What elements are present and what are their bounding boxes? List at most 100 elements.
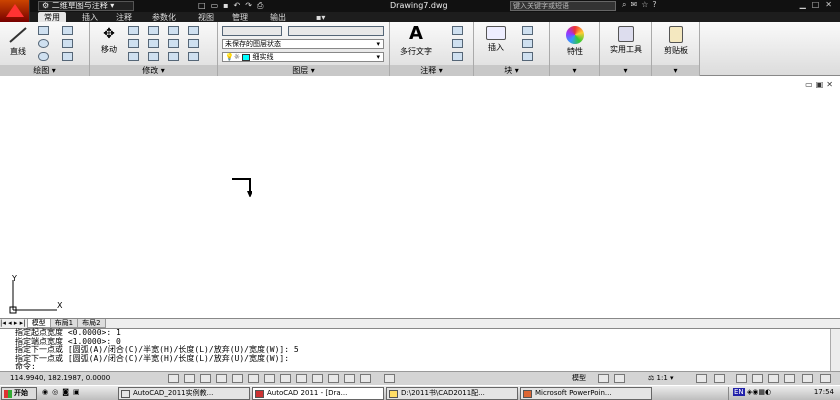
line-button[interactable]: 直线	[4, 26, 32, 57]
workspace-switching-button[interactable]	[736, 374, 747, 383]
command-window[interactable]: 指定起点宽度 <0.0000>: 1 指定端点宽度 <1.0000>: 0 指定…	[0, 328, 840, 372]
polyline-drawing[interactable]	[232, 177, 252, 197]
clipboard-button[interactable]: 剪贴板	[656, 26, 696, 56]
model-space-button[interactable]	[384, 374, 395, 383]
block-attribute-icon[interactable]	[522, 52, 533, 61]
isolate-objects-button[interactable]	[784, 374, 795, 383]
viewport-close-button[interactable]: ✕	[826, 80, 836, 89]
redo-icon[interactable]: ↷	[245, 1, 257, 10]
layers-panel-title[interactable]: 图层 ▾	[218, 65, 389, 76]
3d-object-snap-button[interactable]	[248, 374, 259, 383]
status-bar-menu-button[interactable]	[802, 374, 813, 383]
circle-icon[interactable]	[38, 39, 49, 48]
snap-mode-button[interactable]	[168, 374, 179, 383]
fillet-icon[interactable]	[148, 39, 159, 48]
object-snap-tracking-button[interactable]	[264, 374, 275, 383]
table-icon[interactable]	[452, 52, 463, 61]
layout-nav-buttons[interactable]: |◂ ◂ ▸ ▸|	[0, 319, 25, 327]
language-indicator[interactable]: EN	[733, 388, 745, 396]
rotate-icon[interactable]	[128, 39, 139, 48]
dimension-icon[interactable]	[452, 26, 463, 35]
communication-icon[interactable]: ✉	[630, 0, 641, 9]
taskbar-item[interactable]: AutoCAD 2011 - [Dra...	[252, 387, 384, 400]
grid-display-button[interactable]	[184, 374, 195, 383]
offset-icon[interactable]	[188, 39, 199, 48]
auto-scale-button[interactable]	[714, 374, 725, 383]
layer-dropdown[interactable]: 💡☼ 细实线 ▾	[222, 52, 384, 62]
quick-view-drawings-button[interactable]	[614, 374, 625, 383]
application-menu-button[interactable]	[0, 0, 30, 22]
minimize-button[interactable]: ▁	[800, 0, 812, 9]
tab-layout2[interactable]: 布局2	[77, 319, 106, 328]
utilities-button[interactable]: 实用工具	[604, 26, 648, 55]
chamfer-icon[interactable]	[188, 52, 199, 61]
explode-icon[interactable]	[188, 26, 199, 35]
undo-icon[interactable]: ↶	[234, 1, 246, 10]
tray-icons[interactable]: ◈◉▦◐	[747, 388, 771, 396]
taskbar-item[interactable]: AutoCAD_2011实例教...	[118, 387, 250, 400]
annotation-scale-dropdown[interactable]: ⚖ 1:1 ▾	[648, 372, 674, 385]
hardware-acceleration-button[interactable]	[768, 374, 779, 383]
new-icon[interactable]: □	[198, 1, 211, 10]
tab-model[interactable]: 模型	[26, 319, 51, 328]
move-button[interactable]: ✥ 移动	[94, 26, 124, 55]
mtext-button[interactable]: A 多行文字	[394, 24, 438, 57]
create-block-icon[interactable]	[522, 26, 533, 35]
properties-button[interactable]: 特性	[558, 26, 592, 57]
copy-icon[interactable]	[128, 26, 139, 35]
ortho-mode-button[interactable]	[200, 374, 211, 383]
save-icon[interactable]: ▪	[223, 1, 233, 10]
ellipse-icon[interactable]	[62, 52, 73, 61]
erase-icon[interactable]	[168, 26, 179, 35]
model-space-label[interactable]: 模型	[572, 372, 586, 385]
maximize-button[interactable]: □	[812, 0, 826, 9]
taskbar-item[interactable]: Microsoft PowerPoin...	[520, 387, 652, 400]
drawing-canvas[interactable]: ▭▣✕ Y X	[0, 76, 840, 318]
insert-button[interactable]: 插入	[478, 26, 514, 53]
annotation-visibility-button[interactable]	[696, 374, 707, 383]
edit-block-icon[interactable]	[522, 39, 533, 48]
start-button[interactable]: 开始	[1, 387, 37, 400]
leader-icon[interactable]	[452, 39, 463, 48]
arc-icon[interactable]	[38, 52, 49, 61]
command-scrollbar[interactable]	[830, 329, 840, 372]
workspace-dropdown[interactable]: ⚙ 二维草图与注释 ▾	[38, 1, 134, 11]
layer-tools-icons[interactable]	[222, 26, 282, 36]
clipboard-panel-expander[interactable]: ▾	[652, 65, 699, 76]
help-icon[interactable]: ?	[652, 0, 660, 9]
polar-tracking-button[interactable]	[216, 374, 227, 383]
hatch-icon[interactable]	[62, 39, 73, 48]
dynamic-ucs-button[interactable]	[280, 374, 291, 383]
annotation-panel-title[interactable]: 注释 ▾	[390, 65, 473, 76]
layer-state-dropdown[interactable]: 未保存的图层状态 ▾	[222, 39, 384, 49]
quick-properties-button[interactable]	[344, 374, 355, 383]
scale-icon[interactable]	[168, 39, 179, 48]
selection-cycling-button[interactable]	[360, 374, 371, 383]
trim-icon[interactable]	[148, 26, 159, 35]
quick-launch-icons[interactable]: ◉◎◙▣	[42, 388, 84, 396]
viewport-restore-button[interactable]: ▣	[816, 80, 827, 89]
mirror-icon[interactable]	[128, 52, 139, 61]
transparency-button[interactable]	[328, 374, 339, 383]
taskbar-item[interactable]: D:\2011书\CAD2011配...	[386, 387, 518, 400]
search-input[interactable]: 键入关键字或短语	[510, 1, 616, 11]
stretch-icon[interactable]	[148, 52, 159, 61]
toolbar-lock-button[interactable]	[752, 374, 763, 383]
polyline-icon[interactable]	[38, 26, 49, 35]
lineweight-button[interactable]	[312, 374, 323, 383]
array-icon[interactable]	[168, 52, 179, 61]
properties-panel-expander[interactable]: ▾	[550, 65, 599, 76]
print-icon[interactable]: ⎙	[257, 1, 268, 10]
tab-layout1[interactable]: 布局1	[49, 319, 79, 328]
object-snap-button[interactable]	[232, 374, 243, 383]
rectangle-icon[interactable]	[62, 26, 73, 35]
dynamic-input-button[interactable]	[296, 374, 307, 383]
utilities-panel-expander[interactable]: ▾	[600, 65, 651, 76]
quick-view-layouts-button[interactable]	[598, 374, 609, 383]
modify-panel-title[interactable]: 修改 ▾	[90, 65, 217, 76]
favorites-icon[interactable]: ☆	[641, 0, 652, 9]
clean-screen-button[interactable]	[820, 374, 831, 383]
layer-tools-icons-2[interactable]	[288, 26, 384, 36]
open-icon[interactable]: ▭	[211, 1, 224, 10]
block-panel-title[interactable]: 块 ▾	[474, 65, 549, 76]
